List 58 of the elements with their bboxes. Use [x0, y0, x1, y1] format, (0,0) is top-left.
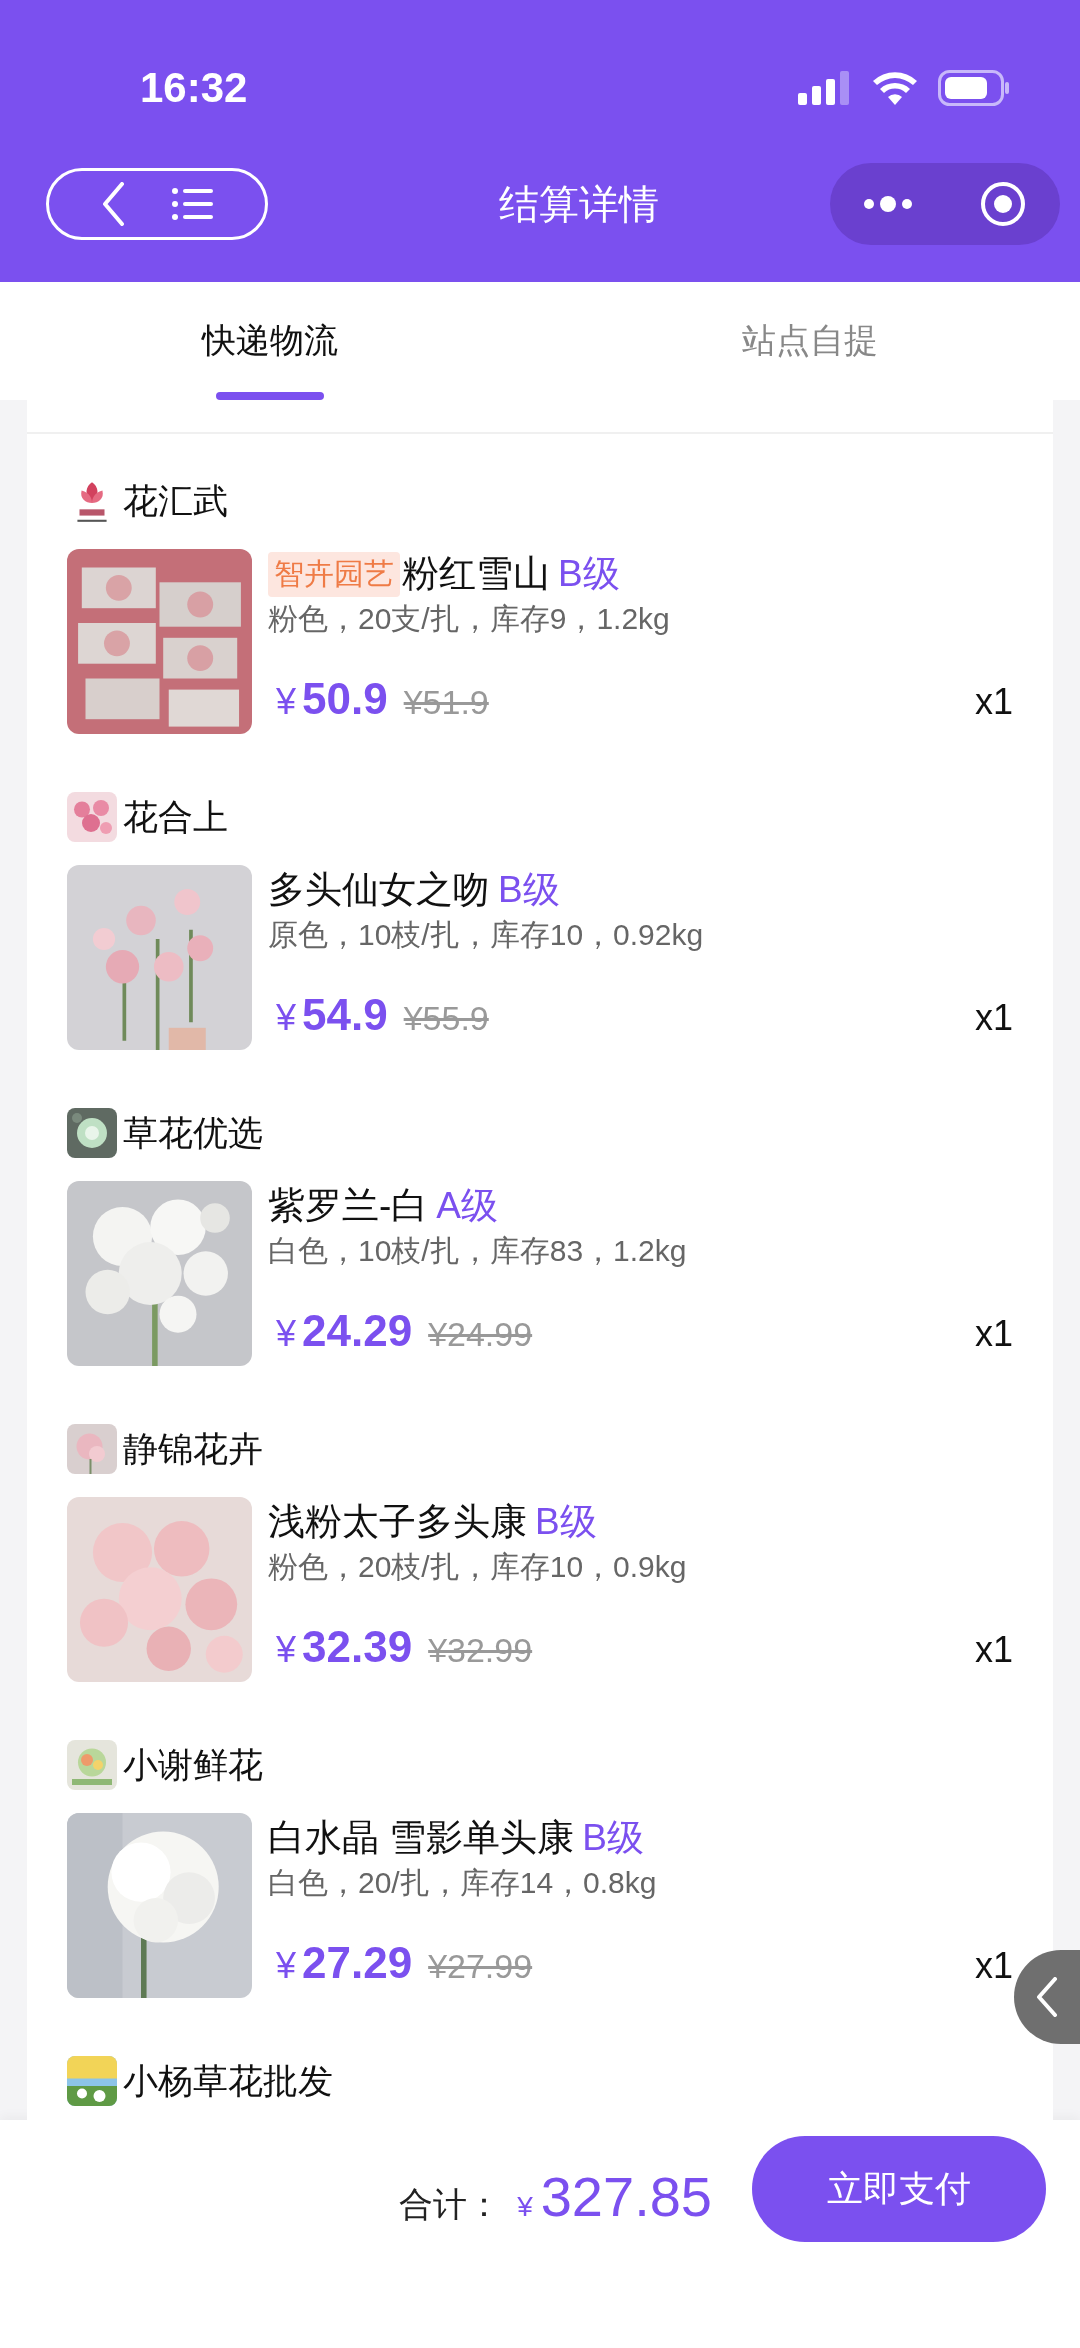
total-label: 合计：	[399, 2184, 502, 2225]
brand-tag: 智卉园艺	[268, 551, 400, 597]
original-price: ¥32.99	[428, 1631, 533, 1670]
chevron-left-icon	[1036, 1977, 1058, 2017]
signal-icon	[798, 71, 852, 105]
delivery-tab[interactable]: 快递物流	[0, 282, 540, 400]
pay-button[interactable]: 立即支付	[752, 2136, 1046, 2242]
currency-symbol: ¥	[276, 1629, 297, 1671]
shop-name: 小谢鲜花	[123, 1743, 263, 1786]
shop-name: 小杨草花批发	[123, 2059, 333, 2102]
quantity-label: x1	[974, 1945, 1013, 1987]
product-name: 白水晶 雪影单头康	[268, 1816, 575, 1860]
currency-symbol: ¥	[517, 2191, 533, 2223]
grade-label: B级	[582, 1816, 644, 1860]
product-name: 多头仙女之吻	[268, 868, 490, 912]
battery-icon	[938, 70, 1010, 106]
product-spec: 粉色，20枝/扎，库存10，0.9kg	[268, 1549, 688, 1585]
shop-name: 花合上	[123, 795, 228, 838]
shop-name: 草花优选	[123, 1111, 263, 1154]
product-price: 50.9	[302, 674, 388, 724]
product-price: 27.29	[302, 1938, 413, 1988]
product-name: 紫罗兰-白	[268, 1184, 429, 1228]
currency-symbol: ¥	[276, 1313, 297, 1355]
menu-icon[interactable]	[170, 187, 213, 221]
product-price: 24.29	[302, 1306, 413, 1356]
original-price: ¥24.99	[428, 1315, 533, 1354]
quantity-label: x1	[974, 1313, 1013, 1355]
original-price: ¥27.99	[428, 1947, 533, 1986]
quantity-label: x1	[974, 681, 1013, 723]
currency-symbol: ¥	[276, 997, 297, 1039]
product-spec: 原色，10枝/扎，库存10，0.92kg	[268, 917, 705, 953]
shop-name: 静锦花卉	[123, 1427, 263, 1470]
status-time: 16:32	[140, 64, 248, 112]
product-price: 32.39	[302, 1622, 413, 1672]
more-icon[interactable]	[863, 196, 913, 212]
wifi-icon	[872, 71, 918, 105]
product-spec: 白色，10枝/扎，库存83，1.2kg	[268, 1233, 688, 1269]
product-name: 浅粉太子多头康	[268, 1500, 527, 1544]
original-price: ¥51.9	[403, 683, 489, 722]
currency-symbol: ¥	[276, 681, 297, 723]
quantity-label: x1	[974, 1629, 1013, 1671]
grade-label: B级	[535, 1500, 597, 1544]
original-price: ¥55.9	[403, 999, 489, 1038]
product-spec: 粉色，20支/扎，库存9，1.2kg	[268, 601, 671, 637]
grade-label: A级	[436, 1184, 498, 1228]
shop-name: 花汇武	[123, 479, 228, 522]
grade-label: B级	[558, 552, 620, 596]
product-price: 54.9	[302, 990, 388, 1040]
product-name: 粉红雪山	[402, 552, 550, 596]
grade-label: B级	[498, 868, 560, 912]
quantity-label: x1	[974, 997, 1013, 1039]
page-title: 结算详情	[499, 180, 659, 228]
total-amount: 327.85	[540, 2164, 712, 2229]
close-target-icon[interactable]	[979, 180, 1027, 228]
product-spec: 白色，20/扎，库存14，0.8kg	[268, 1865, 658, 1901]
delivery-tab[interactable]: 站点自提	[540, 282, 1080, 400]
currency-symbol: ¥	[276, 1945, 297, 1987]
back-icon[interactable]	[101, 182, 126, 226]
